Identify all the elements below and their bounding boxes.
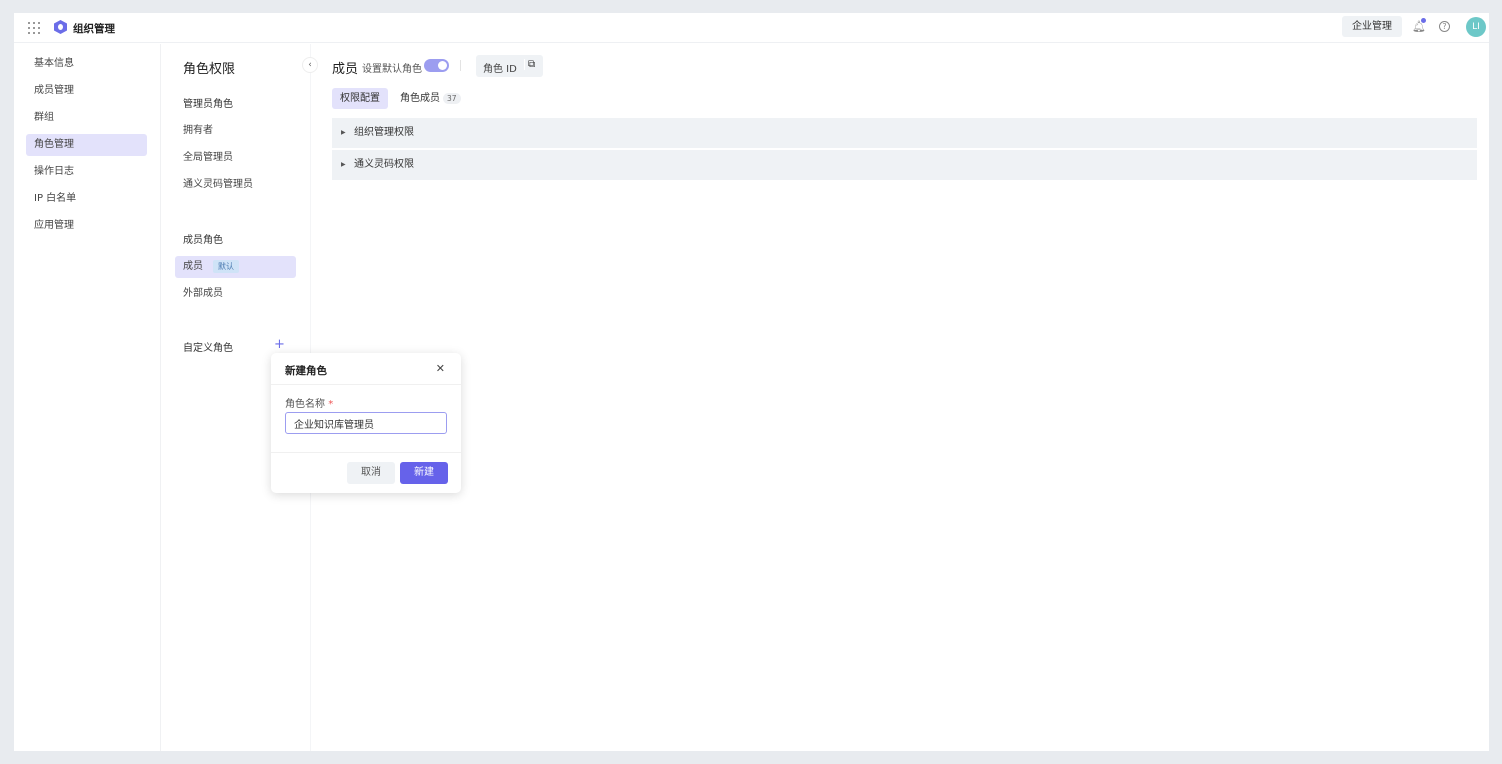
notification-dot [1421,18,1426,23]
avatar[interactable]: LI [1466,17,1486,37]
logo-icon [54,20,67,34]
role-name-label: 角色名称 * [285,395,333,410]
role-name-input[interactable] [285,412,447,434]
set-default-label: 设置默认角色 [362,64,422,75]
sidebar-item-logs[interactable]: 操作日志 [26,161,147,183]
dialog-title: 新建角色 [285,365,327,377]
tab-label: 角色成员 [400,93,440,104]
role-item-owner[interactable]: 拥有者 [175,120,296,142]
tab-permission-config[interactable]: 权限配置 [332,88,388,109]
help-icon[interactable]: ? [1439,21,1450,32]
sidebar-item-members[interactable]: 成员管理 [26,80,147,102]
role-panel-title: 角色权限 [183,62,236,77]
enterprise-button[interactable]: 企业管理 [1342,16,1402,37]
top-bar: 组织管理 企业管理 🔔︎ ? LI [14,13,1489,43]
label-text: 角色名称 [285,399,325,410]
cancel-button[interactable]: 取消 [347,462,395,484]
collapse-chevron-icon[interactable]: ‹ [302,57,318,73]
caret-right-icon: ▶ [341,161,346,168]
divider [271,452,461,453]
close-icon[interactable]: ✕ [436,362,445,375]
role-label: 成员 [183,261,203,272]
set-default-toggle[interactable] [424,59,449,72]
section-label: 通义灵码权限 [354,159,414,170]
admin-role-group: 管理员角色 [183,99,233,110]
role-item-external-member[interactable]: 外部成员 [175,283,296,305]
section-org-permissions[interactable]: ▶ 组织管理权限 [332,118,1477,148]
app-title: 组织管理 [73,23,115,35]
new-role-dialog: 新建角色 ✕ 角色名称 * 取消 新建 [271,353,461,493]
grid-icon[interactable] [28,22,40,34]
section-lingma-permissions[interactable]: ▶ 通义灵码权限 [332,150,1477,180]
sidebar-item-roles[interactable]: 角色管理 [26,134,147,156]
required-mark: * [328,399,334,410]
role-id-label: 角色 ID [483,64,517,75]
role-item-global-admin[interactable]: 全局管理员 [175,147,296,169]
tab-role-members[interactable]: 角色成员 37 [392,88,469,109]
sidebar-item-ip-whitelist[interactable]: IP 白名单 [26,188,147,210]
caret-right-icon: ▶ [341,129,346,136]
divider [460,60,461,71]
add-role-plus-icon[interactable]: + [274,337,285,352]
create-button[interactable]: 新建 [400,462,448,484]
member-count-badge: 37 [443,93,461,104]
custom-role-group: 自定义角色 [183,343,233,354]
copy-icon[interactable]: ⧉ [524,59,535,70]
divider [271,384,461,385]
sidebar-item-basic-info[interactable]: 基本信息 [26,53,147,75]
sidebar: 基本信息 成员管理 群组 角色管理 操作日志 IP 白名单 应用管理 [14,44,161,751]
role-title: 成员 [332,62,359,77]
sidebar-item-groups[interactable]: 群组 [26,107,147,129]
app-window: 组织管理 企业管理 🔔︎ ? LI 基本信息 成员管理 群组 角色管理 操作日志… [14,13,1489,751]
role-item-member[interactable]: 成员 默认 [175,256,296,278]
role-item-lingma-admin[interactable]: 通义灵码管理员 [175,174,296,196]
role-id-button[interactable]: 角色 ID ⧉ [476,55,543,77]
section-label: 组织管理权限 [354,127,414,138]
sidebar-item-apps[interactable]: 应用管理 [26,215,147,237]
default-badge: 默认 [213,260,239,273]
member-role-group: 成员角色 [183,235,223,246]
